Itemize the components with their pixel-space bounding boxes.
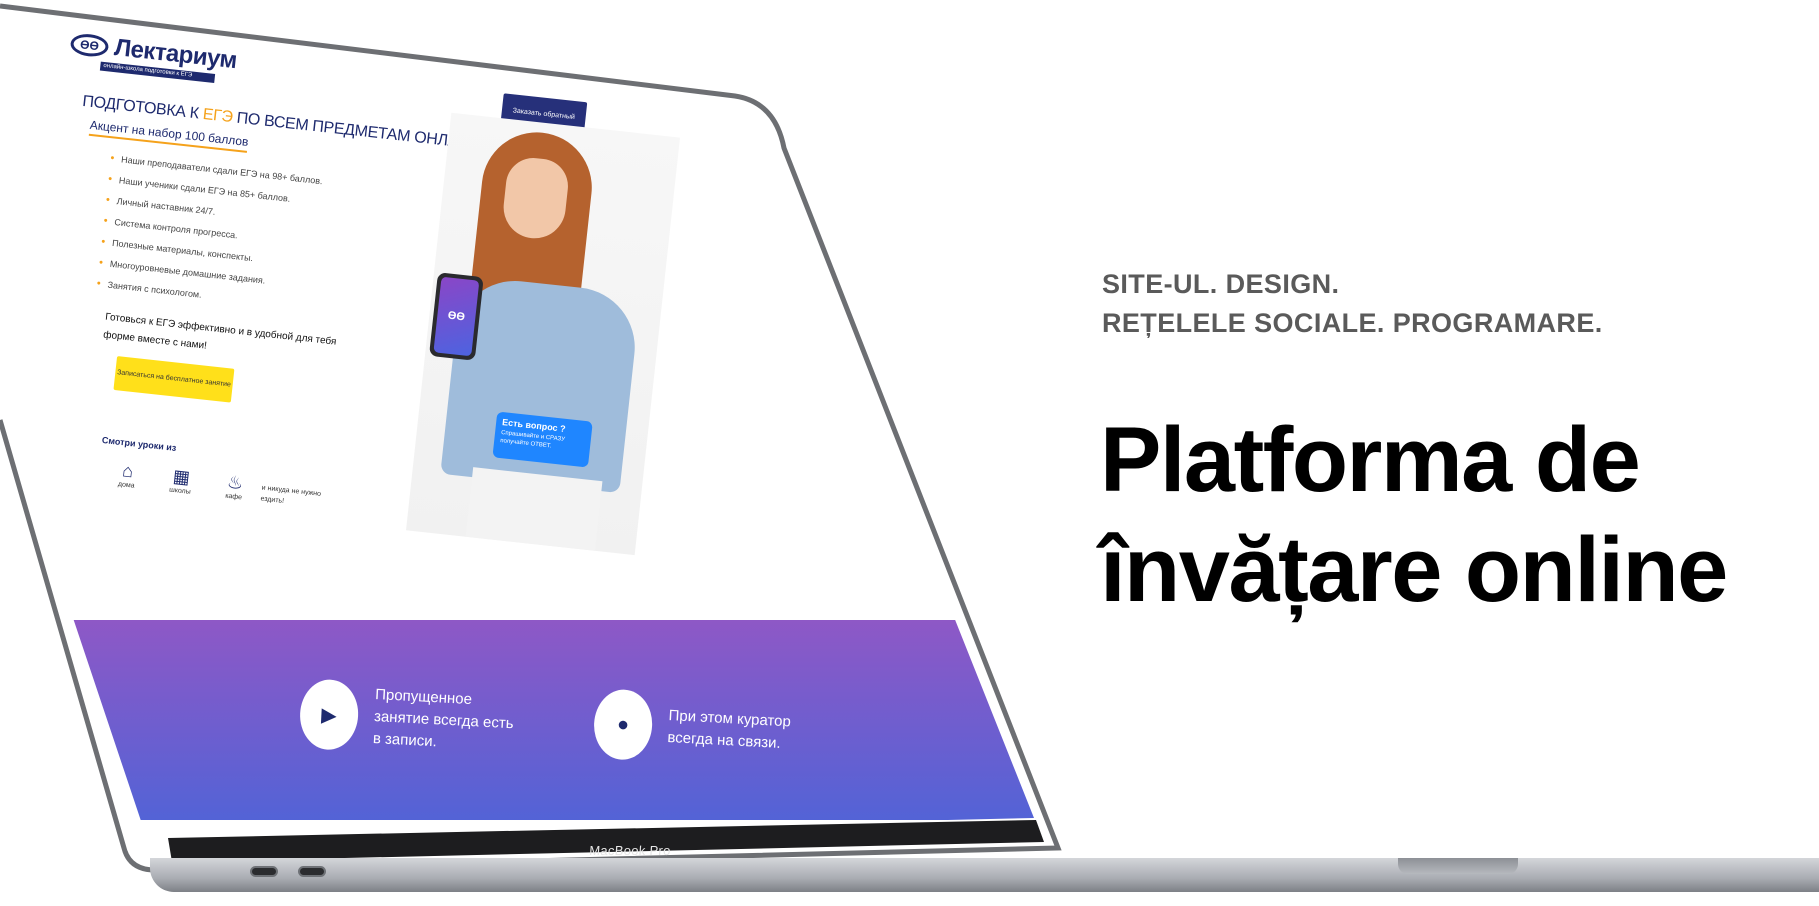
photo-pants	[466, 467, 603, 551]
school-icon: ▦	[171, 465, 191, 488]
headline-accent: ЕГЭ	[201, 105, 234, 127]
owl-logo-icon: ϴϴ	[69, 32, 109, 58]
feature-recording-text: Пропущенное занятие всегда есть в записи…	[372, 686, 514, 751]
places-note: и никуда не нужно ездить!	[260, 484, 322, 505]
phone-logo-icon: ϴϴ	[433, 277, 479, 357]
student-photo: ϴϴ Есть вопрос ? Спрашивайте и СРАЗУ пол…	[406, 113, 680, 555]
benefits-list: Наши преподаватели сдали ЕГЭ на 98+ балл…	[96, 148, 324, 317]
house-icon: ⌂	[121, 460, 135, 482]
feature-recording: ▶ Пропущенное занятие всегда есть в запи…	[298, 678, 525, 760]
place-school: ▦ школы	[157, 463, 206, 497]
video-play-icon: ▶	[298, 678, 360, 751]
headline-part-2: ПО ВСЕМ ПРЕДМЕТАМ ОНЛАЙН	[231, 109, 482, 154]
usb-port-icon	[250, 866, 278, 877]
laptop-base	[150, 858, 1819, 892]
base-notch	[1398, 858, 1518, 874]
services-tagline: SITE-UL. DESIGN. REȚELELE SOCIALE. PROGR…	[1102, 265, 1603, 343]
hero-title: Platforma de învățare online	[1100, 405, 1728, 625]
phone-in-hand: ϴϴ	[429, 272, 484, 360]
hero-title-line-1: Platforma de	[1100, 409, 1641, 511]
place-cafe-label: кафе	[224, 492, 243, 502]
hero-title-line-2: învățare online	[1100, 519, 1728, 621]
place-school-label: школы	[168, 486, 192, 496]
place-home: ⌂ дома	[103, 457, 152, 491]
user-icon: ●	[592, 688, 654, 761]
free-lesson-button[interactable]: Записаться на бесплатное занятие	[113, 356, 234, 403]
tagline-line-2: REȚELELE SOCIALE. PROGRAMARE.	[1102, 308, 1603, 338]
place-cafe: ♨ кафе	[210, 469, 259, 503]
usb-port-icon	[298, 866, 326, 877]
tagline-line-1: SITE-UL. DESIGN.	[1102, 269, 1340, 299]
laptop-model-label: MacBook Pro	[588, 843, 672, 858]
watch-lessons-title: Смотри уроки из	[101, 434, 177, 453]
place-home-label: дома	[117, 480, 135, 490]
coffee-icon: ♨	[226, 471, 245, 494]
